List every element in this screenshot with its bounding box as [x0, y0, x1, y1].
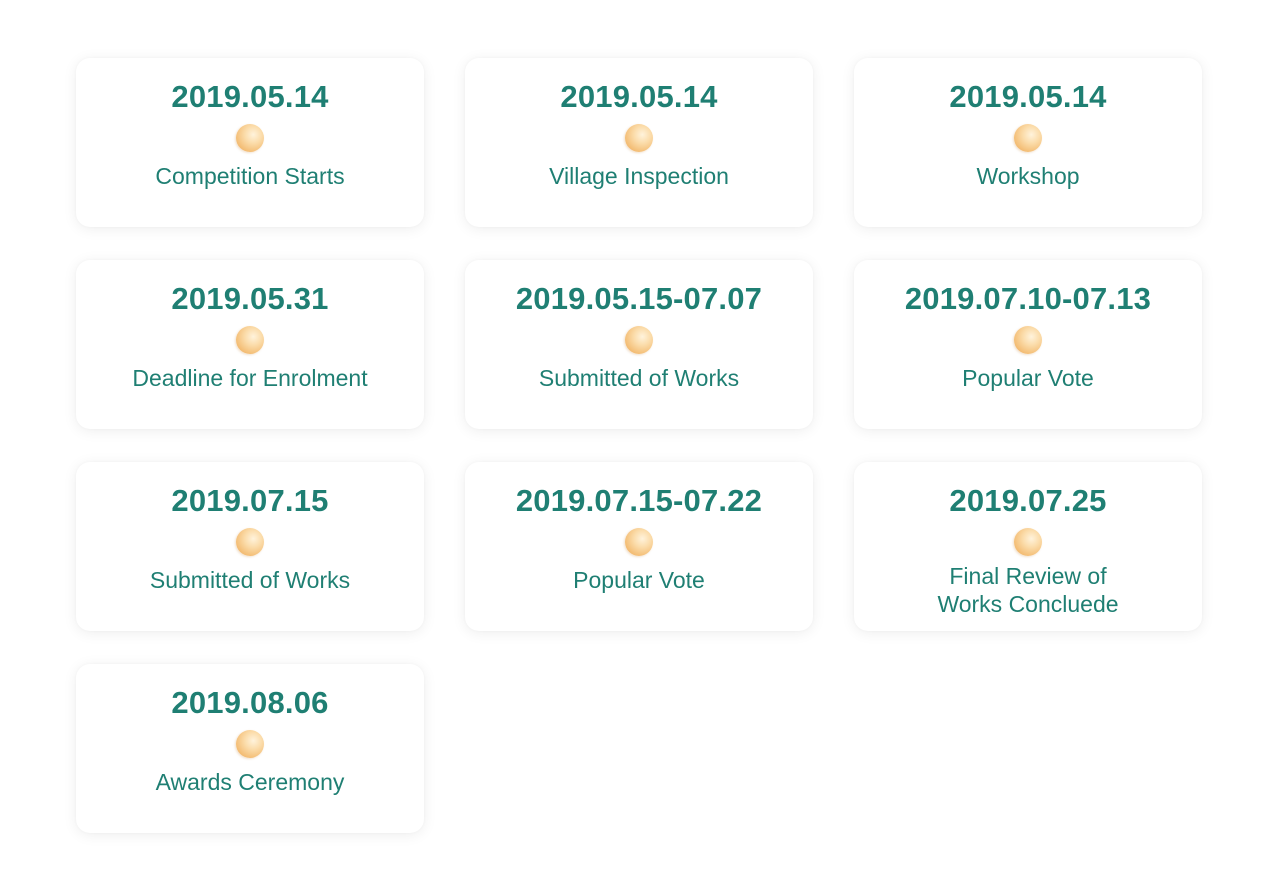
schedule-label: Village Inspection: [549, 163, 729, 189]
schedule-card: 2019.07.15 Submitted of Works: [76, 462, 424, 631]
schedule-label: Deadline for Enrolment: [132, 365, 368, 391]
orange-dot-icon: [236, 528, 264, 556]
schedule-card: 2019.05.14 Workshop: [854, 58, 1202, 227]
schedule-card: 2019.05.31 Deadline for Enrolment: [76, 260, 424, 429]
schedule-label: Popular Vote: [962, 365, 1094, 391]
schedule-date: 2019.07.15-07.22: [515, 483, 763, 518]
schedule-label: Awards Ceremony: [155, 769, 345, 795]
orange-dot-icon: [625, 326, 653, 354]
schedule-date: 2019.08.06: [171, 685, 329, 720]
orange-dot-icon: [236, 730, 264, 758]
schedule-label: Submitted of Works: [149, 567, 351, 593]
orange-dot-icon: [236, 124, 264, 152]
schedule-date: 2019.05.31: [171, 281, 329, 316]
schedule-card: 2019.07.25 Final Review of Works Conclue…: [854, 462, 1202, 631]
orange-dot-icon: [625, 528, 653, 556]
schedule-card: 2019.08.06 Awards Ceremony: [76, 664, 424, 833]
orange-dot-icon: [625, 124, 653, 152]
schedule-label: Competition Starts: [155, 163, 345, 189]
schedule-date: 2019.05.14: [171, 79, 329, 114]
orange-dot-icon: [236, 326, 264, 354]
orange-dot-icon: [1014, 124, 1042, 152]
orange-dot-icon: [1014, 326, 1042, 354]
schedule-date: 2019.07.10-07.13: [904, 281, 1152, 316]
schedule-grid: 2019.05.14 Competition Starts 2019.05.14…: [76, 58, 1202, 833]
orange-dot-icon: [1014, 528, 1042, 556]
schedule-card: 2019.05.14 Village Inspection: [465, 58, 813, 227]
schedule-label: Submitted of Works: [538, 365, 740, 391]
schedule-date: 2019.05.14: [949, 79, 1107, 114]
schedule-card: 2019.05.15-07.07 Submitted of Works: [465, 260, 813, 429]
schedule-label: Final Review of Works Concluede: [937, 563, 1119, 617]
schedule-label: Popular Vote: [573, 567, 705, 593]
schedule-date: 2019.07.15: [171, 483, 329, 518]
schedule-card: 2019.05.14 Competition Starts: [76, 58, 424, 227]
schedule-card: 2019.07.10-07.13 Popular Vote: [854, 260, 1202, 429]
schedule-card: 2019.07.15-07.22 Popular Vote: [465, 462, 813, 631]
schedule-date: 2019.07.25: [949, 483, 1107, 518]
schedule-date: 2019.05.14: [560, 79, 718, 114]
schedule-label: Workshop: [976, 163, 1080, 189]
schedule-date: 2019.05.15-07.07: [515, 281, 763, 316]
